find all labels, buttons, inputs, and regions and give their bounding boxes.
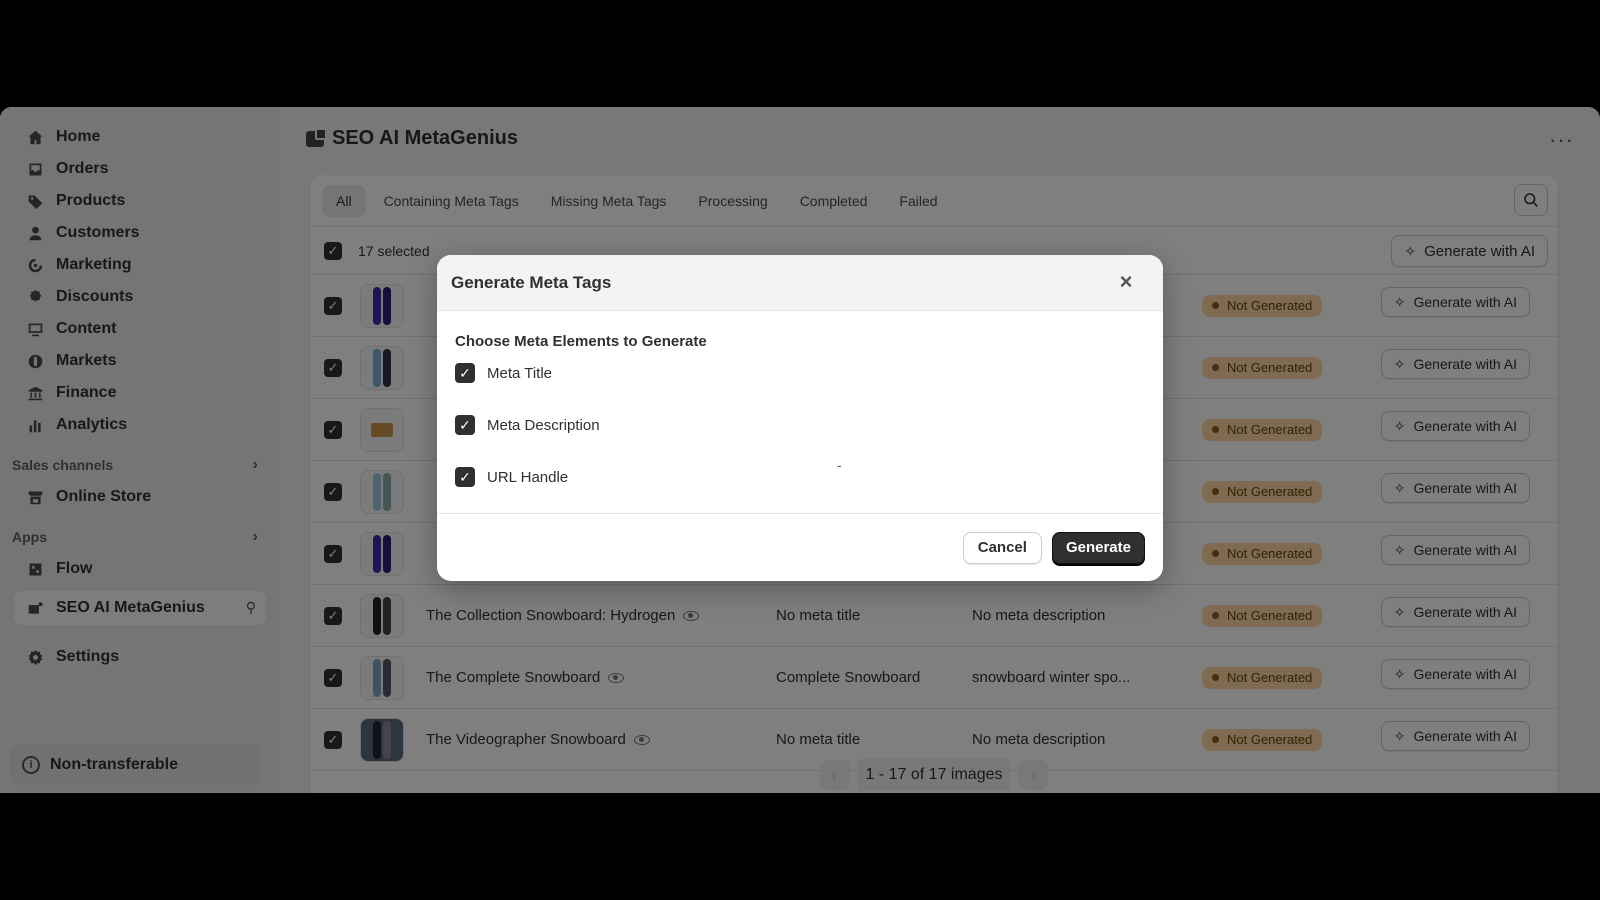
option-meta-description[interactable]: ✓ Meta Description [455, 414, 1145, 436]
modal-body: Choose Meta Elements to Generate ✓ Meta … [437, 311, 1163, 514]
modal-title: Generate Meta Tags [451, 272, 612, 292]
modal-footer: Cancel Generate [437, 514, 1163, 581]
meta-description-checkbox[interactable]: ✓ [455, 415, 475, 435]
url-handle-checkbox[interactable]: ✓ [455, 467, 475, 487]
modal-header: Generate Meta Tags × [437, 255, 1163, 311]
dash-mark: - [837, 457, 842, 473]
app-frame: Home Orders Products Customers Marketing… [0, 107, 1600, 793]
option-label: Meta Title [487, 364, 553, 382]
option-meta-title[interactable]: ✓ Meta Title [455, 362, 1145, 384]
option-url-handle[interactable]: ✓ URL Handle [455, 466, 1145, 488]
cancel-button[interactable]: Cancel [962, 531, 1042, 564]
close-icon[interactable]: × [1115, 269, 1137, 294]
generate-button[interactable]: Generate [1051, 531, 1145, 564]
option-label: URL Handle [487, 468, 569, 486]
generate-meta-tags-modal: Generate Meta Tags × Choose Meta Element… [437, 255, 1163, 581]
option-label: Meta Description [487, 416, 600, 434]
meta-elements-label: Choose Meta Elements to Generate [455, 333, 707, 350]
meta-title-checkbox[interactable]: ✓ [455, 363, 475, 383]
